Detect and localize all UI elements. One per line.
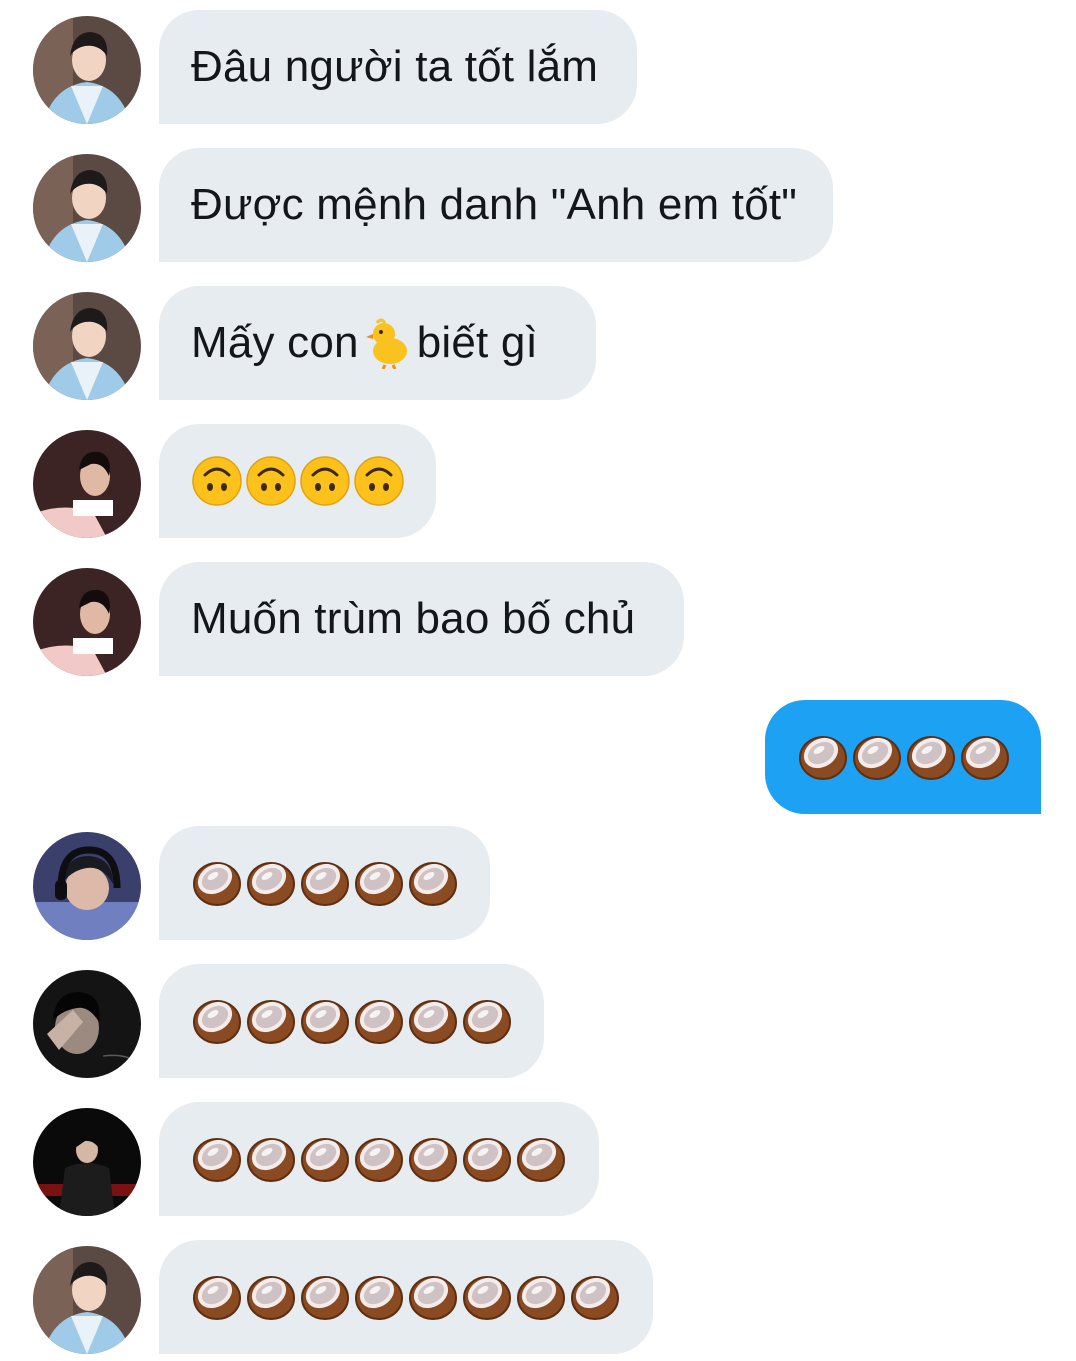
coconut-emoji-icon <box>299 857 351 909</box>
message-text: Được mệnh danh "Anh em tốt" <box>191 180 798 229</box>
conversation-thread: Đâu người ta tốt lắm Được mệnh danh "Anh … <box>0 0 1076 1361</box>
incoming-message-bubble[interactable]: Đâu người ta tốt lắm <box>159 10 637 124</box>
avatar-profile-pink[interactable] <box>33 430 141 538</box>
coconut-emoji-icon <box>353 1133 405 1185</box>
emoji-sequence <box>191 995 513 1047</box>
message-row-incoming <box>0 1102 1076 1216</box>
avatar-hanbok[interactable] <box>33 292 141 400</box>
incoming-message-bubble[interactable]: Muốn trùm bao bố chủ <box>159 562 684 676</box>
coconut-emoji-icon <box>407 995 459 1047</box>
emoji-sequence <box>797 731 1011 783</box>
incoming-message-bubble[interactable] <box>159 1240 653 1354</box>
coconut-emoji-icon <box>191 1133 243 1185</box>
upside-down-face-emoji-icon <box>191 455 243 507</box>
coconut-emoji-icon <box>245 1271 297 1323</box>
incoming-message-bubble[interactable] <box>159 964 544 1078</box>
coconut-emoji-icon <box>353 1271 405 1323</box>
message-text: Muốn trùm bao bố chủ <box>191 594 636 643</box>
coconut-emoji-icon <box>797 731 849 783</box>
avatar-hanbok[interactable] <box>33 16 141 124</box>
avatar-hanbok[interactable] <box>33 154 141 262</box>
incoming-message-bubble[interactable] <box>159 826 490 940</box>
coconut-emoji-icon <box>407 857 459 909</box>
message-row-incoming <box>0 424 1076 538</box>
coconut-emoji-icon <box>461 1271 513 1323</box>
avatar-black-outfit[interactable] <box>33 1108 141 1216</box>
emoji-sequence <box>191 1133 567 1185</box>
coconut-emoji-icon <box>569 1271 621 1323</box>
coconut-emoji-icon <box>299 1133 351 1185</box>
avatar-headset[interactable] <box>33 832 141 940</box>
coconut-emoji-icon <box>461 995 513 1047</box>
coconut-emoji-icon <box>191 857 243 909</box>
coconut-emoji-icon <box>407 1133 459 1185</box>
upside-down-face-emoji-icon <box>353 455 405 507</box>
coconut-emoji-icon <box>959 731 1011 783</box>
message-row-incoming: Đâu người ta tốt lắm <box>0 10 1076 124</box>
coconut-emoji-icon <box>191 1271 243 1323</box>
emoji-sequence <box>191 455 405 507</box>
coconut-emoji-icon <box>299 1271 351 1323</box>
message-text: biết gì <box>416 318 538 367</box>
coconut-emoji-icon <box>851 731 903 783</box>
coconut-emoji-icon <box>191 995 243 1047</box>
message-row-incoming: Muốn trùm bao bố chủ <box>0 562 1076 676</box>
coconut-emoji-icon <box>245 857 297 909</box>
message-row-incoming <box>0 1240 1076 1354</box>
avatar-hanbok[interactable] <box>33 1246 141 1354</box>
message-row-incoming: Được mệnh danh "Anh em tốt" <box>0 148 1076 262</box>
coconut-emoji-icon <box>407 1271 459 1323</box>
incoming-message-bubble[interactable] <box>159 1102 599 1216</box>
avatar-profile-pink[interactable] <box>33 568 141 676</box>
coconut-emoji-icon <box>299 995 351 1047</box>
upside-down-face-emoji-icon <box>299 455 351 507</box>
coconut-emoji-icon <box>515 1271 567 1323</box>
incoming-message-bubble[interactable] <box>159 424 436 538</box>
coconut-emoji-icon <box>245 1133 297 1185</box>
message-row-incoming <box>0 964 1076 1078</box>
baby-chick-emoji-icon <box>365 317 411 369</box>
incoming-message-bubble[interactable]: Mấy con biết gì <box>159 286 596 400</box>
message-row-incoming <box>0 826 1076 940</box>
coconut-emoji-icon <box>515 1133 567 1185</box>
outgoing-message-bubble[interactable] <box>765 700 1041 814</box>
coconut-emoji-icon <box>245 995 297 1047</box>
message-text: Đâu người ta tốt lắm <box>191 42 599 91</box>
message-row-incoming: Mấy con biết gì <box>0 286 1076 400</box>
coconut-emoji-icon <box>905 731 957 783</box>
message-row-outgoing <box>0 700 1076 814</box>
upside-down-face-emoji-icon <box>245 455 297 507</box>
coconut-emoji-icon <box>461 1133 513 1185</box>
coconut-emoji-icon <box>353 995 405 1047</box>
coconut-emoji-icon <box>353 857 405 909</box>
incoming-message-bubble[interactable]: Được mệnh danh "Anh em tốt" <box>159 148 833 262</box>
emoji-sequence <box>191 1271 621 1323</box>
message-text: Mấy con <box>191 318 359 367</box>
emoji-sequence <box>191 857 459 909</box>
avatar-dark-hand[interactable] <box>33 970 141 1078</box>
